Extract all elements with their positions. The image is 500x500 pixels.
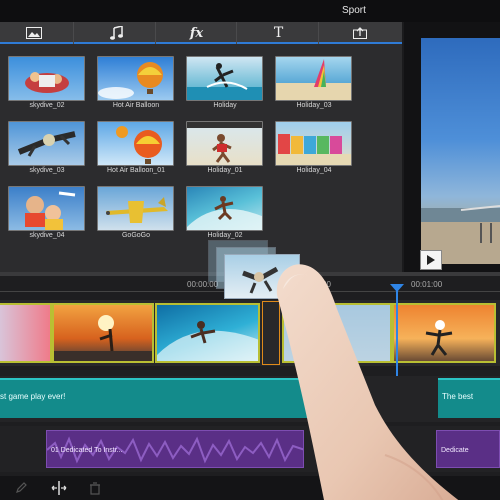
media-thumb-holiday-02[interactable]: [186, 186, 263, 231]
media-tab-bar: fx T: [0, 22, 402, 44]
media-library-panel: fx T skydive_02 Hot Air Balloon Holiday …: [0, 22, 402, 272]
video-clip[interactable]: [0, 303, 52, 363]
split-button[interactable]: [50, 480, 68, 496]
edit-button[interactable]: [12, 480, 30, 496]
trash-icon: [90, 481, 100, 495]
media-thumb-holiday-04[interactable]: [275, 121, 352, 166]
title-bar: Sport: [0, 0, 500, 22]
media-thumb-skydive-02[interactable]: [8, 56, 85, 101]
media-caption: Hot Air Balloon: [112, 102, 160, 109]
media-caption: GoGoGo: [121, 232, 150, 239]
media-caption: Hot Air Balloon_01: [107, 167, 165, 174]
media-thumb-skydive-04[interactable]: [8, 186, 85, 231]
fx-icon: fx: [189, 25, 204, 41]
media-thumb-gogogo[interactable]: [97, 186, 174, 231]
fx-tab[interactable]: fx: [157, 22, 237, 44]
media-thumb-holiday-03[interactable]: [275, 56, 352, 101]
media-caption: Holiday_02: [207, 232, 243, 239]
media-thumb-hot-air-balloon-01[interactable]: [97, 121, 174, 166]
music-clip-text: 01 Dedicated To Instr...: [51, 447, 123, 454]
media-thumb-hot-air-balloon[interactable]: [97, 56, 174, 101]
export-tab[interactable]: [320, 22, 400, 44]
media-caption: Holiday_03: [296, 102, 332, 109]
media-caption: skydive_03: [29, 167, 65, 174]
media-thumb-holiday-01[interactable]: [186, 121, 263, 166]
music-tab[interactable]: [76, 22, 156, 44]
media-caption: Holiday_04: [296, 167, 332, 174]
title-tab[interactable]: T: [239, 22, 319, 44]
preview-panel: [404, 22, 500, 272]
media-caption: Holiday: [213, 102, 237, 109]
video-clip[interactable]: [52, 303, 154, 363]
pencil-icon: [16, 482, 27, 493]
media-caption: Holiday_01: [207, 167, 243, 174]
delete-button[interactable]: [86, 480, 104, 496]
title-clip-text: st game play ever!: [0, 392, 66, 401]
media-caption: skydive_04: [29, 232, 65, 239]
media-caption: skydive_02: [29, 102, 65, 109]
preview-image: [421, 38, 500, 264]
media-thumb-holiday[interactable]: [186, 56, 263, 101]
window-title: Sport: [342, 5, 366, 16]
text-icon: T: [273, 25, 284, 41]
image-tab[interactable]: [0, 22, 74, 44]
export-icon: [353, 27, 367, 39]
split-icon: [51, 481, 67, 495]
video-clip[interactable]: [155, 303, 260, 363]
image-icon: [25, 27, 42, 39]
music-note-icon: [109, 26, 123, 40]
finger-overlay: [276, 264, 459, 500]
media-thumb-skydive-03[interactable]: [8, 121, 85, 166]
